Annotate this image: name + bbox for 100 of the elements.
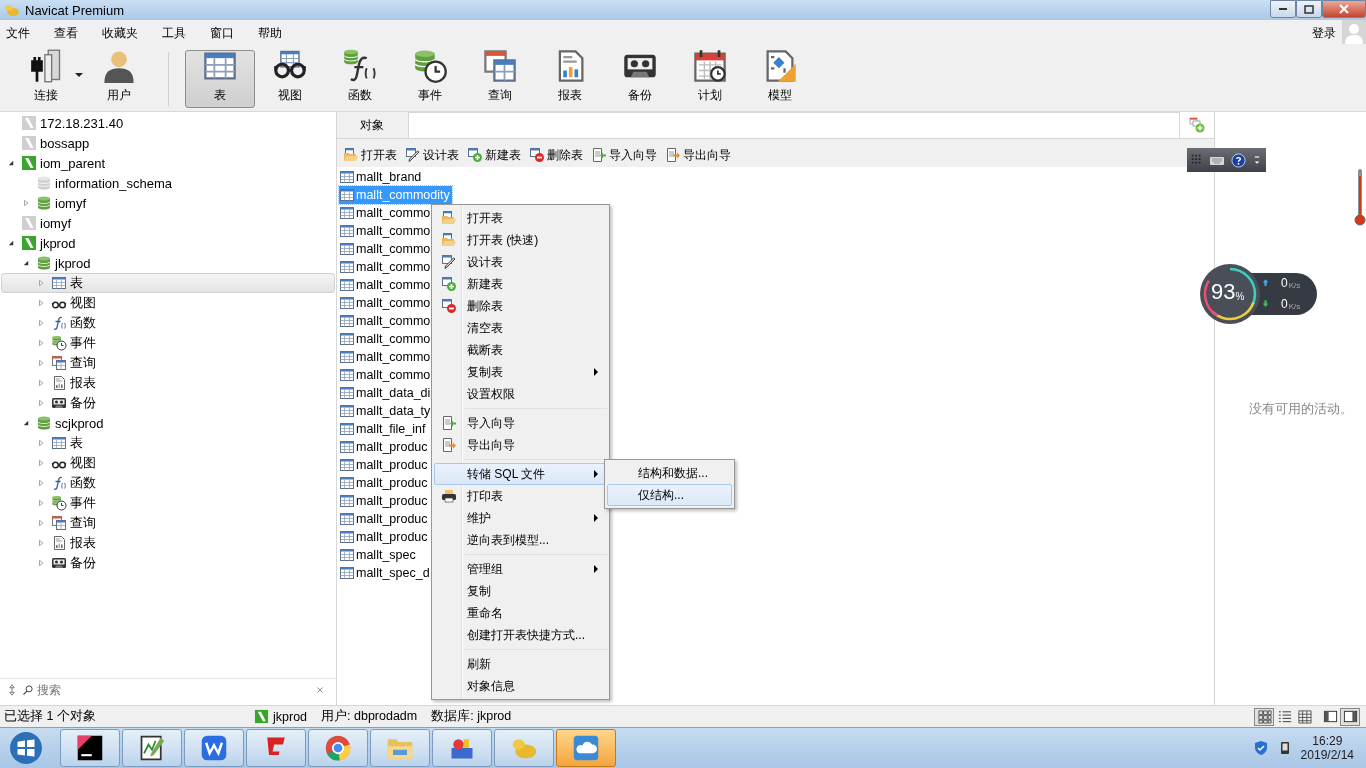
tree-item[interactable]: 视图 [1,293,335,313]
menu-item[interactable]: 删除表 [434,295,607,317]
table-list-item[interactable]: mallt_produc [339,438,430,456]
menu-item[interactable]: 截断表 [434,339,607,361]
tree-item[interactable]: 查询 [1,513,335,533]
view-toggle-button[interactable] [1254,707,1274,726]
tree-item[interactable]: scjkprod [1,413,335,433]
menu-item[interactable]: 复制表 [434,361,607,383]
tree-item[interactable]: 备份 [1,393,335,413]
view-toggle-button[interactable] [1340,707,1360,726]
table-list-item[interactable]: mallt_data_di [339,384,433,402]
table-list-item[interactable]: mallt_produc [339,528,430,546]
tree-item[interactable]: 事件 [1,493,335,513]
table-list-item[interactable]: mallt_produc [339,474,430,492]
tree-item[interactable]: 视图 [1,453,335,473]
maximize-button[interactable] [1296,0,1322,18]
toolbar-button[interactable]: 备份 [605,50,675,108]
tree-item[interactable]: jkprod [1,253,335,273]
menu-item[interactable]: 窗口 [210,22,234,44]
toolbar-button[interactable]: 事件 [395,50,465,108]
tree-item[interactable]: 表 [1,273,335,293]
menu-item[interactable]: 导入向导 [434,412,607,434]
menu-item[interactable]: 转储 SQL 文件 [434,463,607,485]
tree-item[interactable]: 事件 [1,333,335,353]
menu-item[interactable]: 刷新 [434,653,607,675]
table-list-item[interactable]: mallt_produc [339,492,430,510]
table-list-item[interactable]: mallt_commo [339,330,433,348]
table-list-item[interactable]: mallt_commo [339,276,433,294]
toolbar-button[interactable]: 设计表 [405,145,459,165]
close-button[interactable] [1322,0,1366,18]
tree-item[interactable]: iomyf [1,213,335,233]
menu-item[interactable]: 设置权限 [434,383,607,405]
menu-item[interactable]: 打开表 (快速) [434,229,607,251]
toolbar-button[interactable]: 连接 [8,50,84,108]
menu-item[interactable]: 逆向表到模型... [434,529,607,551]
toolbar-button[interactable]: 报表 [535,50,605,108]
table-list-item[interactable]: mallt_brand [339,168,424,186]
menu-item[interactable]: 结构和数据... [607,462,732,484]
menu-item[interactable]: 维护 [434,507,607,529]
menu-item[interactable]: 打印表 [434,485,607,507]
table-list-item[interactable]: mallt_spec_d [339,564,432,582]
table-list-item[interactable]: mallt_spec [339,546,418,564]
table-list-item[interactable]: mallt_commo [339,240,433,258]
menu-item[interactable]: 收藏夹 [102,22,138,44]
tree-item[interactable]: 172.18.231.40 [1,113,335,133]
tree-item[interactable]: 报表 [1,533,335,553]
taskbar-button[interactable] [122,729,182,767]
menu-item[interactable]: 设计表 [434,251,607,273]
toolbar-button[interactable]: 用户 [84,50,154,108]
toolbar-button[interactable]: 模型 [745,50,815,108]
toolbar-button[interactable]: 导入向导 [591,145,657,165]
tree-item[interactable]: 表 [1,433,335,453]
toolbar-button[interactable]: 导出向导 [665,145,731,165]
toolbar-button[interactable]: 视图 [255,50,325,108]
tree-item[interactable]: 函数 [1,473,335,493]
tree-item[interactable]: 备份 [1,553,335,573]
table-list-item[interactable]: mallt_commo [339,222,433,240]
menu-item[interactable]: 打开表 [434,207,607,229]
menu-item[interactable]: 查看 [54,22,78,44]
menu-item[interactable]: 帮助 [258,22,282,44]
menu-item[interactable]: 导出向导 [434,434,607,456]
table-list-item[interactable]: mallt_commo [339,312,433,330]
menu-item[interactable]: 管理组 [434,558,607,580]
table-list-item[interactable]: mallt_commo [339,348,433,366]
tree-item[interactable]: information_schema [1,173,335,193]
tree-item[interactable]: iomyf [1,193,335,213]
toolbar-button[interactable]: 查询 [465,50,535,108]
menu-item[interactable]: 工具 [162,22,186,44]
toolbar-button[interactable]: 函数 [325,50,395,108]
login-link[interactable]: 登录 [1312,24,1336,42]
menu-item[interactable]: 文件 [6,22,30,44]
table-list-item[interactable]: mallt_commo [339,294,433,312]
table-list-item[interactable]: mallt_commo [339,366,433,384]
table-list-item[interactable]: mallt_commo [339,258,433,276]
menu-item[interactable]: 新建表 [434,273,607,295]
tree-item[interactable]: 函数 [1,313,335,333]
menu-item[interactable]: 复制 [434,580,607,602]
tree-item[interactable]: jkprod [1,233,335,253]
menu-item[interactable]: 重命名 [434,602,607,624]
table-list-item[interactable]: mallt_produc [339,510,430,528]
tree-item[interactable]: bossapp [1,133,335,153]
tree-item[interactable]: 查询 [1,353,335,373]
menu-item[interactable]: 清空表 [434,317,607,339]
tree-item[interactable]: iom_parent [1,153,335,173]
toolbar-button[interactable]: 新建表 [467,145,521,165]
search-field[interactable]: 搜索 [37,683,237,697]
table-list-item[interactable]: mallt_commo [339,204,433,222]
menu-item[interactable]: 仅结构... [607,484,732,506]
menu-item[interactable]: 创建打开表快捷方式... [434,624,607,646]
minimize-button[interactable] [1270,0,1296,18]
taskbar-button[interactable] [60,729,120,767]
table-list-item[interactable]: mallt_file_inf [339,420,428,438]
toolbar-button[interactable]: 表 [185,50,255,108]
toolbar-button[interactable]: 计划 [675,50,745,108]
toolbar-button[interactable]: 打开表 [343,145,397,165]
tree-item[interactable]: 报表 [1,373,335,393]
menu-item[interactable]: 对象信息 [434,675,607,697]
table-list-item[interactable]: mallt_produc [339,456,430,474]
toolbar-button[interactable]: 删除表 [529,145,583,165]
table-list-item[interactable]: mallt_data_ty [339,402,433,420]
